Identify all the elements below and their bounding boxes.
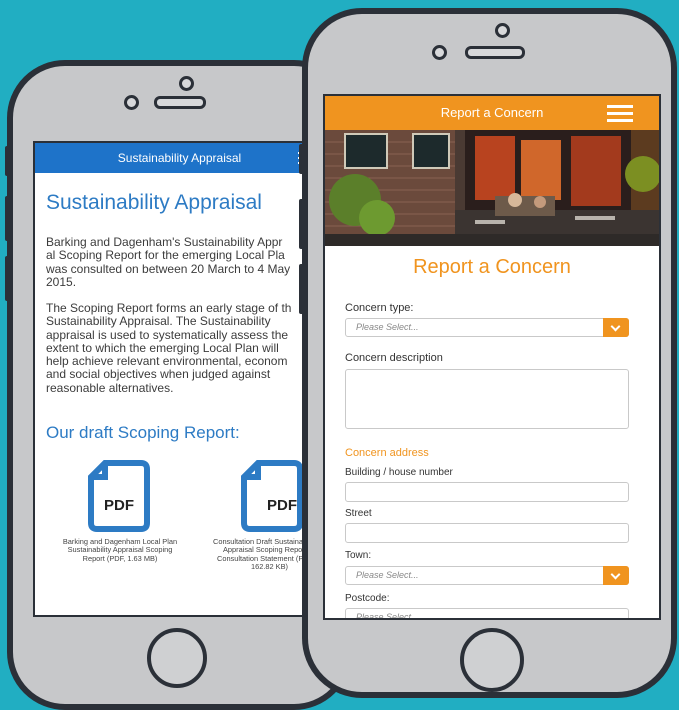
header-title: Sustainability Appraisal bbox=[117, 151, 242, 165]
header-title: Report a Concern bbox=[440, 105, 544, 120]
concern-description-textarea[interactable] bbox=[345, 369, 629, 429]
menu-icon[interactable] bbox=[607, 105, 633, 123]
postcode-label: Postcode: bbox=[345, 593, 390, 604]
form-title: Report a Concern bbox=[413, 256, 571, 278]
camera-icon bbox=[495, 23, 510, 38]
speaker-grille bbox=[465, 46, 525, 59]
sensor-icon bbox=[124, 95, 139, 110]
building-number-input[interactable] bbox=[345, 482, 629, 502]
pdf-document-link[interactable]: PDF bbox=[240, 459, 304, 533]
chevron-down-icon[interactable] bbox=[603, 566, 629, 585]
concern-address-heading: Concern address bbox=[345, 447, 429, 459]
camera-icon bbox=[179, 76, 194, 91]
postcode-select[interactable]: Please Select... bbox=[345, 608, 629, 618]
intro-paragraph: Barking and Dagenham's Sustainability Ap… bbox=[46, 235, 291, 289]
home-button[interactable] bbox=[460, 628, 524, 692]
phone-side-button bbox=[299, 199, 304, 249]
home-button[interactable] bbox=[147, 628, 207, 688]
building-number-label: Building / house number bbox=[345, 467, 453, 478]
town-select[interactable]: Please Select... bbox=[345, 566, 629, 585]
phone-side-button bbox=[5, 256, 10, 301]
town-label: Town: bbox=[345, 550, 372, 561]
app-header: Report a Concern bbox=[325, 96, 659, 130]
sustainability-screen: Sustainability Appraisal Sustainability … bbox=[33, 141, 326, 617]
pdf-file-icon bbox=[88, 460, 150, 532]
sensor-icon bbox=[432, 45, 447, 60]
report-concern-screen: Report a Concern Report a Concern Concer… bbox=[323, 94, 661, 620]
phone-side-button bbox=[299, 144, 304, 174]
page-title: Sustainability Appraisal bbox=[46, 191, 262, 214]
pdf-caption[interactable]: Barking and Dagenham Local Plan Sustaina… bbox=[35, 537, 205, 563]
front-phone: Report a Concern Report a Concern Concer… bbox=[299, 8, 677, 698]
speaker-grille bbox=[154, 96, 206, 109]
street-label: Street bbox=[345, 508, 372, 519]
pdf-document-link[interactable]: PDF bbox=[87, 459, 151, 533]
phone-side-button bbox=[5, 146, 10, 176]
section-subheading: Our draft Scoping Report: bbox=[46, 423, 240, 442]
pdf-file-icon bbox=[241, 460, 303, 532]
app-header: Sustainability Appraisal bbox=[35, 143, 324, 173]
concern-type-label: Concern type: bbox=[345, 302, 414, 314]
street-input[interactable] bbox=[345, 523, 629, 543]
description-paragraph: The Scoping Report forms an early stage … bbox=[46, 301, 292, 395]
concern-type-select[interactable]: Please Select... bbox=[345, 318, 629, 337]
phone-side-button bbox=[299, 264, 304, 314]
street-cafe-photo bbox=[325, 130, 659, 246]
chevron-down-icon[interactable] bbox=[603, 318, 629, 337]
phone-side-button bbox=[5, 196, 10, 241]
concern-description-label: Concern description bbox=[345, 352, 443, 364]
